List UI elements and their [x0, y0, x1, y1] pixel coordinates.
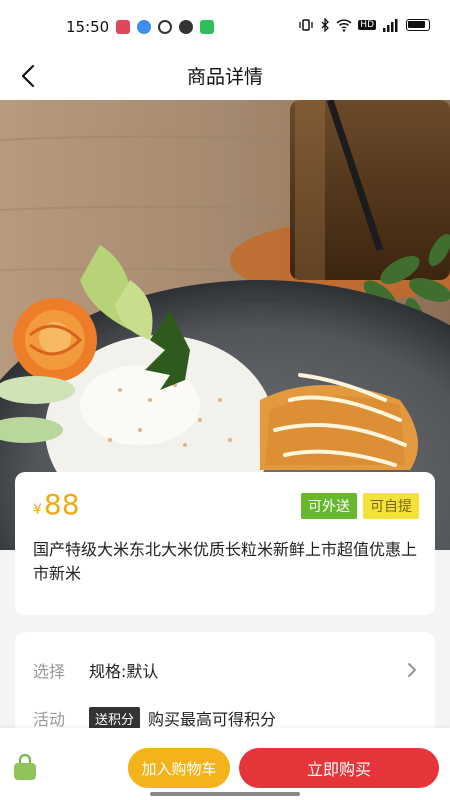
nav-bar: 商品详情 [0, 52, 450, 100]
currency-symbol: ¥ [33, 502, 42, 518]
status-right: HD [298, 18, 430, 32]
price: ¥ 88 [33, 488, 80, 521]
spec-selector-row[interactable]: 选择 规格:默认 [33, 658, 417, 682]
chevron-right-icon [408, 663, 416, 677]
shop-bag-button[interactable] [10, 752, 44, 786]
points-badge: 送积分 [89, 706, 141, 730]
app-notification-icon [116, 20, 130, 34]
spec-label: 选择 [33, 662, 66, 681]
product-title: 国产特级大米东北大米优质长粒米新鲜上市超值优惠上市新米 [33, 540, 418, 583]
activity-text: 购买最高可得积分 [148, 710, 277, 729]
price-value: 88 [43, 488, 80, 521]
notification-icons [116, 20, 214, 34]
status-time: 15:50 [66, 18, 110, 36]
spec-value: 规格:默认 [89, 662, 159, 681]
buy-now-button[interactable]: 立即购买 [239, 748, 439, 788]
wifi-icon [336, 18, 352, 32]
activity-label: 活动 [33, 710, 66, 729]
message-icon [200, 20, 214, 34]
bottom-action-bar: 加入购物车 立即购买 [0, 728, 450, 800]
browser-icon [137, 20, 151, 34]
home-indicator[interactable] [150, 792, 300, 796]
vibrate-icon [299, 19, 313, 31]
activity-row: 活动 送积分 购买最高可得积分 [33, 706, 276, 730]
product-info-card: ¥ 88 可外送 可自提 国产特级大米东北大米优质长粒米新鲜上市超值优惠上市新米 [15, 472, 435, 615]
shopping-bag-icon [14, 753, 36, 780]
page-title: 商品详情 [186, 66, 263, 88]
wechat-icon [179, 20, 193, 34]
bluetooth-icon [321, 18, 330, 32]
status-bar: 15:50 HD [0, 0, 450, 52]
service-tags: 可外送 可自提 [301, 493, 419, 519]
signal-icon [383, 18, 398, 32]
chat-icon [158, 20, 172, 34]
battery-icon [406, 19, 430, 31]
add-to-cart-button[interactable]: 加入购物车 [128, 748, 230, 788]
delivery-tag: 可外送 [301, 493, 357, 519]
pickup-tag: 可自提 [363, 493, 419, 519]
hd-icon: HD [358, 20, 376, 30]
